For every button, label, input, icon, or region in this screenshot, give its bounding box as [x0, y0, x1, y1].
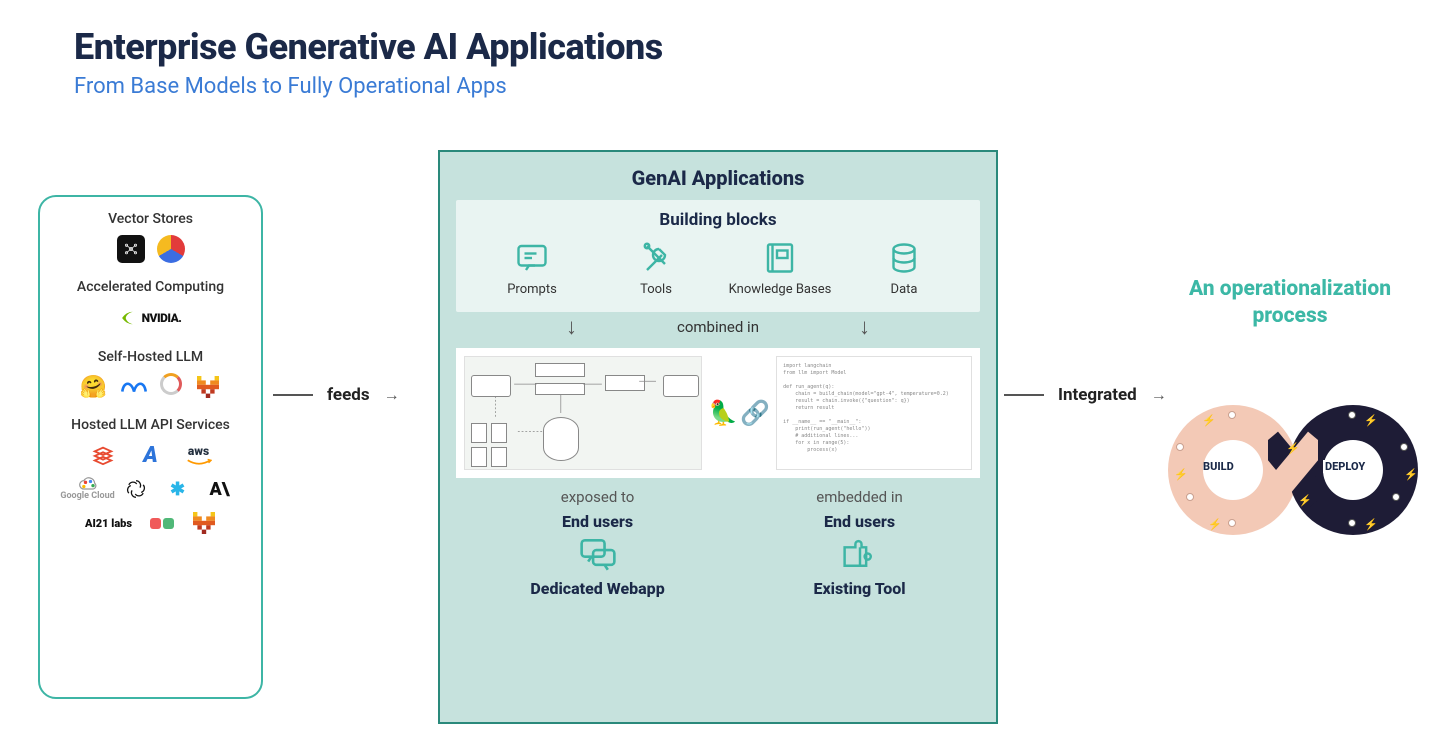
tools-label: Tools [640, 282, 672, 298]
pinecone-icon [117, 235, 145, 263]
pipeline-diagram-mock [464, 356, 702, 470]
data-icon [886, 240, 922, 276]
self-hosted-llm-section: Self-Hosted LLM 🤗 [50, 349, 251, 407]
meta-icon [120, 373, 148, 401]
knowledge-bases-icon [762, 240, 798, 276]
existing-tool-label: Existing Tool [814, 579, 906, 598]
chat-icon [578, 537, 618, 573]
genai-apps-title: GenAI Applications [456, 166, 980, 190]
operationalization-title: An operationalization process [1165, 276, 1415, 331]
ring-icon [160, 373, 182, 395]
data-label: Data [891, 282, 918, 298]
chroma-icon [157, 235, 185, 263]
tools-icon [638, 240, 674, 276]
building-blocks-title: Building blocks [470, 210, 966, 230]
code-editor-mock: import langchain from llm import Model d… [776, 356, 972, 470]
block-data: Data [849, 240, 959, 298]
databricks-icon [89, 441, 117, 469]
arrow-down-icon: ↓ [859, 314, 870, 340]
page-title: Enterprise Generative AI Applications [74, 26, 663, 68]
puzzle-icon [840, 537, 880, 573]
embedded-in-col: embedded in End users Existing Tool [814, 488, 906, 598]
integrated-label: Integrated [1058, 385, 1137, 405]
arrow-down-icon: ↓ [566, 314, 577, 340]
accelerated-computing-section: Accelerated Computing NVIDIA. [50, 279, 251, 339]
azure-icon: A [137, 441, 165, 469]
combined-arrows: ↓ combined in ↓ [456, 314, 980, 340]
vector-stores-section: Vector Stores [50, 211, 251, 269]
build-label: BUILD [1203, 460, 1234, 473]
feeds-label: feeds [327, 385, 370, 405]
pipeline-illustration: 🦜🔗 import langchain from llm import Mode… [456, 348, 980, 478]
hosted-llm-api-heading: Hosted LLM API Services [50, 417, 251, 433]
infra-sources-panel: Vector Stores Accelerated Computing NVID… [38, 195, 263, 699]
combined-in-label: combined in [677, 318, 759, 340]
exposed-to-label: exposed to [561, 488, 635, 506]
mistral-icon-2 [190, 509, 218, 537]
prompts-icon [514, 240, 550, 276]
block-knowledge-bases: Knowledge Bases [725, 240, 835, 298]
gcloud-icon: Google Cloud [68, 475, 108, 503]
deploy-label: DEPLOY [1323, 460, 1367, 473]
mistral-icon [194, 373, 222, 401]
nvidia-logo: NVIDIA. [116, 303, 186, 333]
end-users-left-label: End users [562, 512, 633, 531]
vector-stores-heading: Vector Stores [50, 211, 251, 227]
prompts-label: Prompts [507, 282, 557, 298]
genai-applications-panel: GenAI Applications Building blocks Promp… [438, 150, 998, 724]
dedicated-webapp-label: Dedicated Webapp [530, 579, 664, 598]
end-users-right-label: End users [824, 512, 895, 531]
knowledge-bases-label: Knowledge Bases [729, 282, 832, 298]
page-subtitle: From Base Models to Fully Operational Ap… [74, 74, 507, 99]
blobs-icon [148, 509, 176, 537]
block-tools: Tools [601, 240, 711, 298]
ai21-icon: AI21 labs [84, 509, 134, 537]
building-blocks-panel: Building blocks Prompts Tools Knowledge … [456, 200, 980, 312]
langchain-icon: 🦜🔗 [708, 399, 770, 427]
self-hosted-llm-heading: Self-Hosted LLM [50, 349, 251, 365]
aws-icon: aws [185, 441, 213, 469]
anthropic-icon: A\ [206, 475, 234, 503]
feeds-connector: feeds → [273, 385, 400, 405]
build-deploy-loop: ⚡ ⚡ ⚡ ⚡ ⚡ ⚡ ⚡ ⚡ BUILD DEPLOY [1168, 400, 1418, 540]
accelerated-computing-heading: Accelerated Computing [50, 279, 251, 295]
block-prompts: Prompts [477, 240, 587, 298]
exposure-row: exposed to End users Dedicated Webapp em… [456, 488, 980, 598]
hosted-llm-api-section: Hosted LLM API Services A aws Google Clo… [50, 417, 251, 543]
integrated-connector: Integrated → [1004, 385, 1167, 405]
huggingface-icon: 🤗 [80, 373, 108, 401]
exposed-to-col: exposed to End users Dedicated Webapp [530, 488, 664, 598]
embedded-in-label: embedded in [816, 488, 902, 506]
openai-icon [122, 475, 150, 503]
snowflake-icon: ✱ [164, 475, 192, 503]
